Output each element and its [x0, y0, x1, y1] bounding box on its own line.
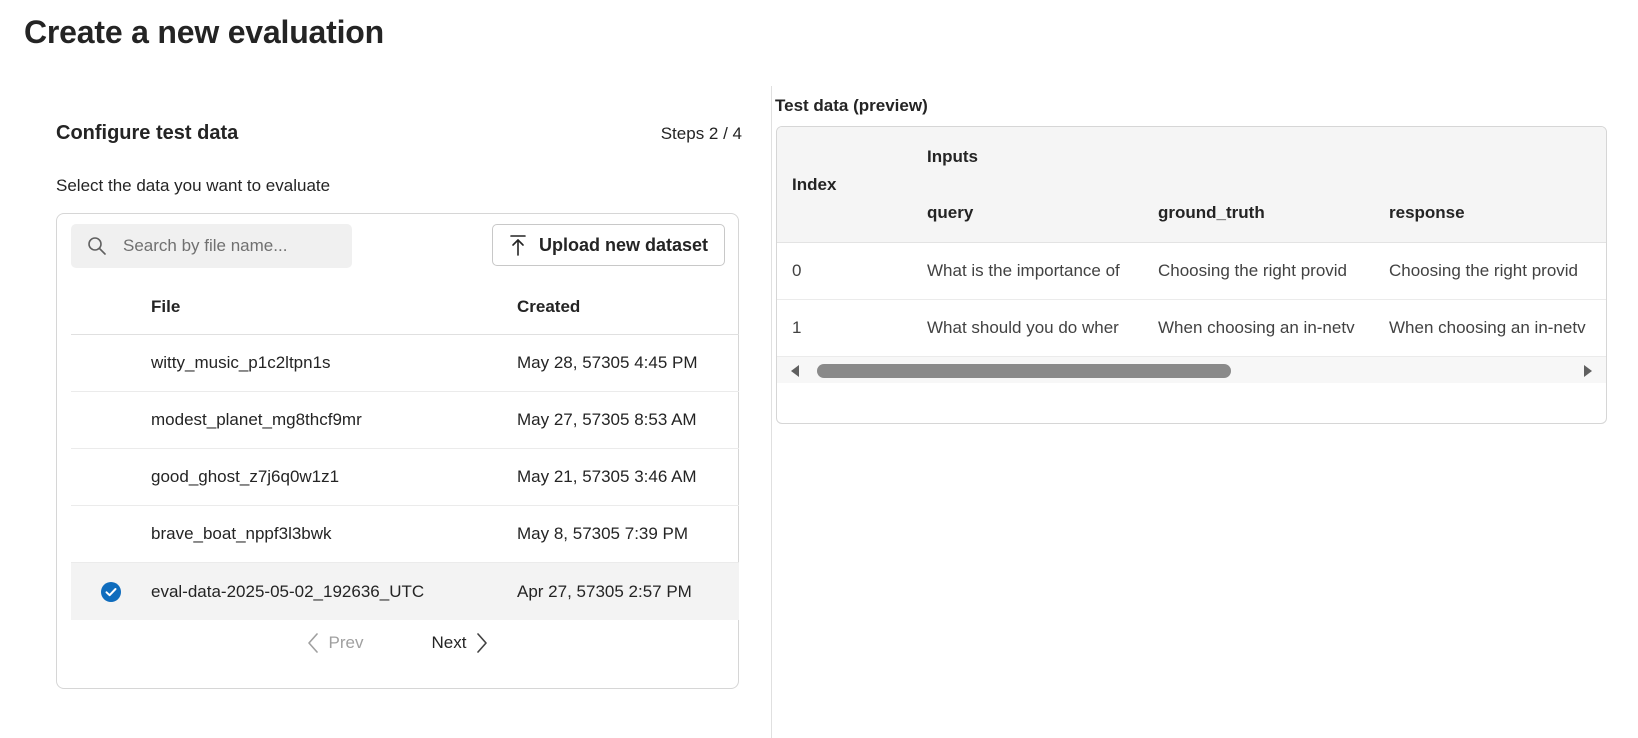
steps-indicator: Steps 2 / 4	[660, 123, 742, 143]
pagination: Prev Next	[57, 632, 738, 654]
created-date: Apr 27, 57305 2:57 PM	[517, 581, 692, 601]
column-group-inputs: Inputs	[927, 147, 978, 166]
response-cell: Choosing the right provid	[1389, 261, 1579, 280]
file-table: File Created witty_music_p1c2ltpn1s May …	[71, 280, 739, 620]
page: Create a new evaluation Configure test d…	[0, 0, 1638, 738]
scroll-left-arrow-icon[interactable]	[789, 364, 801, 378]
file-name: eval-data-2025-05-02_192636_UTC	[151, 581, 425, 601]
preview-row: 0 What is the importance of Choosing the…	[777, 243, 1606, 300]
table-row[interactable]: modest_planet_mg8thcf9mr May 27, 57305 8…	[71, 392, 739, 449]
file-table-header: File Created	[71, 280, 739, 335]
instruction-text: Select the data you want to evaluate	[56, 176, 331, 195]
file-name: good_ghost_z7j6q0w1z1	[151, 467, 340, 486]
created-date: May 8, 57305 7:39 PM	[517, 524, 689, 543]
upload-icon	[510, 235, 526, 256]
search-input[interactable]	[121, 235, 335, 257]
page-title: Create a new evaluation	[24, 14, 384, 50]
prev-label: Prev	[328, 633, 364, 652]
file-picker-card: Upload new dataset File Created witty_mu…	[56, 213, 739, 689]
search-box[interactable]	[71, 224, 352, 268]
scrollbar-thumb[interactable]	[817, 364, 1231, 378]
search-icon	[88, 237, 106, 255]
ground-truth-cell: Choosing the right provid	[1158, 261, 1348, 280]
column-header-response: response	[1389, 203, 1465, 222]
prev-button[interactable]: Prev	[307, 632, 364, 654]
config-header: Configure test data Steps 2 / 4	[56, 122, 742, 145]
file-name: witty_music_p1c2ltpn1s	[151, 353, 331, 372]
preview-row: 1 What should you do wher When choosing …	[777, 300, 1606, 357]
next-button[interactable]: Next	[432, 632, 489, 654]
table-row[interactable]: good_ghost_z7j6q0w1z1 May 21, 57305 3:46…	[71, 449, 739, 506]
query-cell: What should you do wher	[927, 318, 1119, 337]
file-name: brave_boat_nppf3l3bwk	[151, 524, 332, 543]
upload-dataset-button[interactable]: Upload new dataset	[491, 224, 725, 266]
response-cell: When choosing an in-netv	[1389, 318, 1586, 337]
created-date: May 28, 57305 4:45 PM	[517, 353, 698, 372]
chevron-left-icon	[307, 633, 318, 653]
ground-truth-cell: When choosing an in-netv	[1158, 318, 1355, 337]
created-date: May 21, 57305 3:46 AM	[517, 467, 697, 486]
column-header-query: query	[927, 203, 974, 222]
column-header-index: Index	[792, 175, 837, 194]
horizontal-scrollbar[interactable]	[777, 357, 1606, 383]
checkmark-circle-icon[interactable]	[100, 581, 122, 603]
preview-table: Index Inputs query ground_truth response…	[776, 126, 1607, 424]
preview-table-header: Index Inputs query ground_truth response	[777, 127, 1606, 243]
column-header-ground-truth: ground_truth	[1158, 203, 1265, 222]
panel-divider	[771, 86, 772, 738]
preview-title: Test data (preview)	[775, 96, 928, 115]
next-label: Next	[431, 633, 467, 652]
column-header-created: Created	[517, 297, 581, 316]
scroll-right-arrow-icon[interactable]	[1582, 364, 1594, 378]
chevron-right-icon	[477, 633, 488, 653]
table-row-selected[interactable]: eval-data-2025-05-02_192636_UTC Apr 27, …	[71, 563, 739, 620]
config-title: Configure test data	[56, 122, 239, 144]
file-name: modest_planet_mg8thcf9mr	[151, 410, 362, 429]
index-cell: 1	[792, 318, 802, 337]
upload-label: Upload new dataset	[538, 234, 708, 255]
query-cell: What is the importance of	[927, 261, 1120, 280]
table-row[interactable]: witty_music_p1c2ltpn1s May 28, 57305 4:4…	[71, 335, 739, 392]
created-date: May 27, 57305 8:53 AM	[517, 410, 697, 429]
column-header-file: File	[151, 297, 181, 316]
table-row[interactable]: brave_boat_nppf3l3bwk May 8, 57305 7:39 …	[71, 506, 739, 563]
row-select-cell[interactable]	[71, 581, 151, 603]
index-cell: 0	[792, 261, 802, 280]
